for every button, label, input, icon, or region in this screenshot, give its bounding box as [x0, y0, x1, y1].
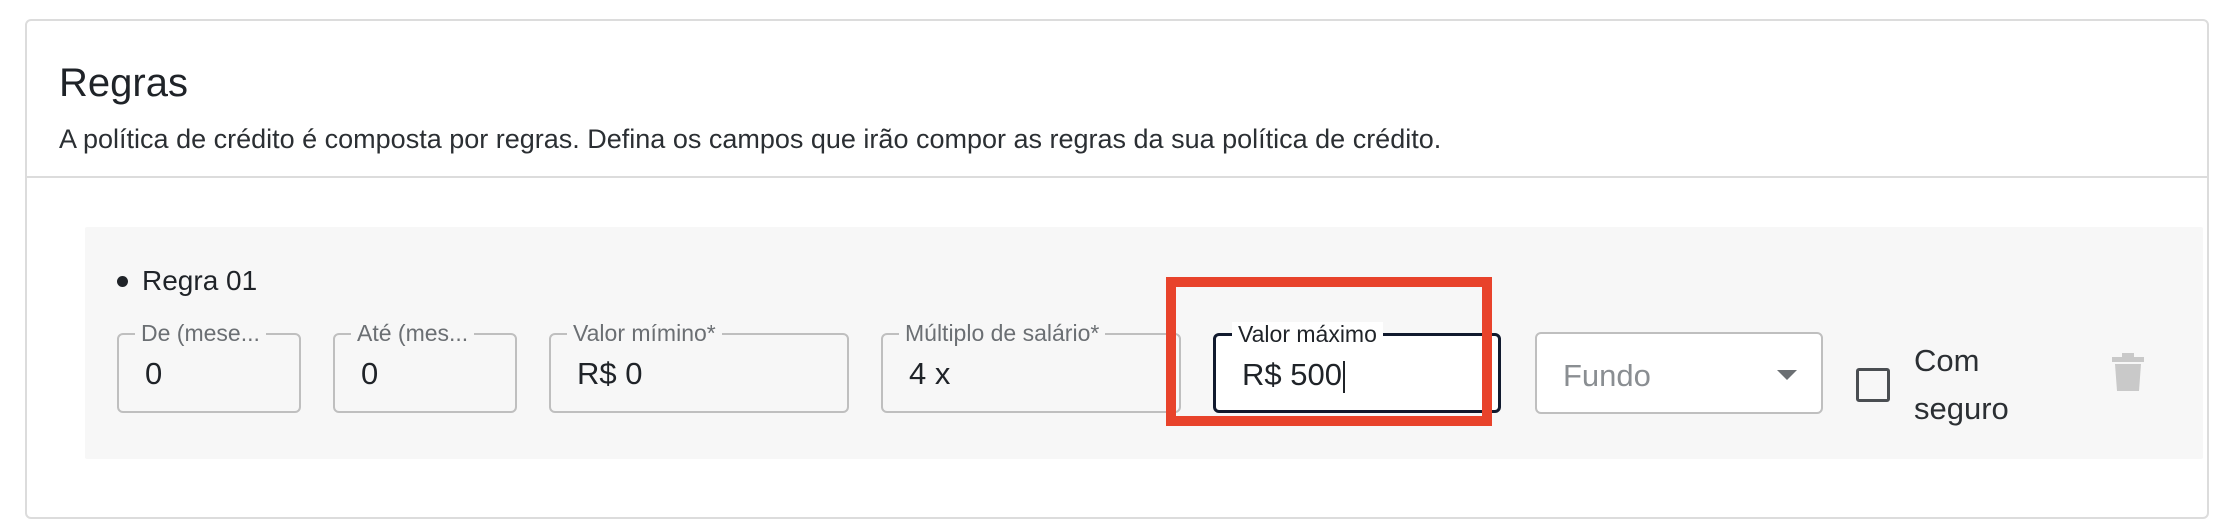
com-seguro-checkbox[interactable]: [1856, 368, 1890, 402]
rule-label: Regra 01: [117, 265, 257, 297]
ate-meses-label: Até (mes...: [351, 321, 475, 347]
valor-maximo-value: R$ 500: [1242, 357, 1342, 392]
rules-card: Regras A política de crédito é composta …: [25, 19, 2209, 519]
rule-panel: Regra 01 De (mese... 0 Até (mes... 0 Val…: [85, 227, 2203, 459]
valor-maximo-label: Valor máximo: [1232, 322, 1383, 348]
com-seguro-label: Com seguro: [1914, 343, 2009, 426]
de-meses-label: De (mese...: [135, 321, 266, 347]
de-meses-field[interactable]: De (mese... 0: [117, 321, 301, 413]
ate-meses-value[interactable]: 0: [361, 356, 378, 391]
valor-minimo-field[interactable]: Valor mímino* R$ 0: [549, 321, 849, 413]
card-header: Regras A política de crédito é composta …: [27, 21, 2207, 178]
fundo-select[interactable]: Fundo: [1535, 332, 1823, 414]
valor-maximo-input[interactable]: R$ 500: [1242, 357, 1345, 393]
section-subtitle: A política de crédito é composta por reg…: [59, 124, 1442, 154]
rule-name: Regra 01: [142, 265, 258, 296]
section-title: Regras: [59, 61, 188, 105]
bullet-icon: [117, 275, 128, 287]
fundo-placeholder: Fundo: [1563, 358, 1651, 393]
ate-meses-field[interactable]: Até (mes... 0: [333, 321, 517, 413]
valor-minimo-label: Valor mímino*: [567, 321, 722, 347]
valor-maximo-field[interactable]: Valor máximo R$ 500: [1213, 322, 1501, 413]
chevron-down-icon: [1777, 370, 1797, 380]
multiplo-salario-field[interactable]: Múltiplo de salário* 4 x: [881, 321, 1181, 413]
multiplo-salario-label: Múltiplo de salário*: [899, 321, 1106, 347]
valor-minimo-value[interactable]: R$ 0: [577, 356, 642, 391]
text-caret: [1342, 360, 1345, 393]
trash-icon[interactable]: [2112, 353, 2144, 391]
com-seguro-control[interactable]: Com seguro: [1856, 337, 2044, 433]
multiplo-salario-value[interactable]: 4 x: [909, 356, 950, 391]
de-meses-value[interactable]: 0: [145, 356, 162, 391]
